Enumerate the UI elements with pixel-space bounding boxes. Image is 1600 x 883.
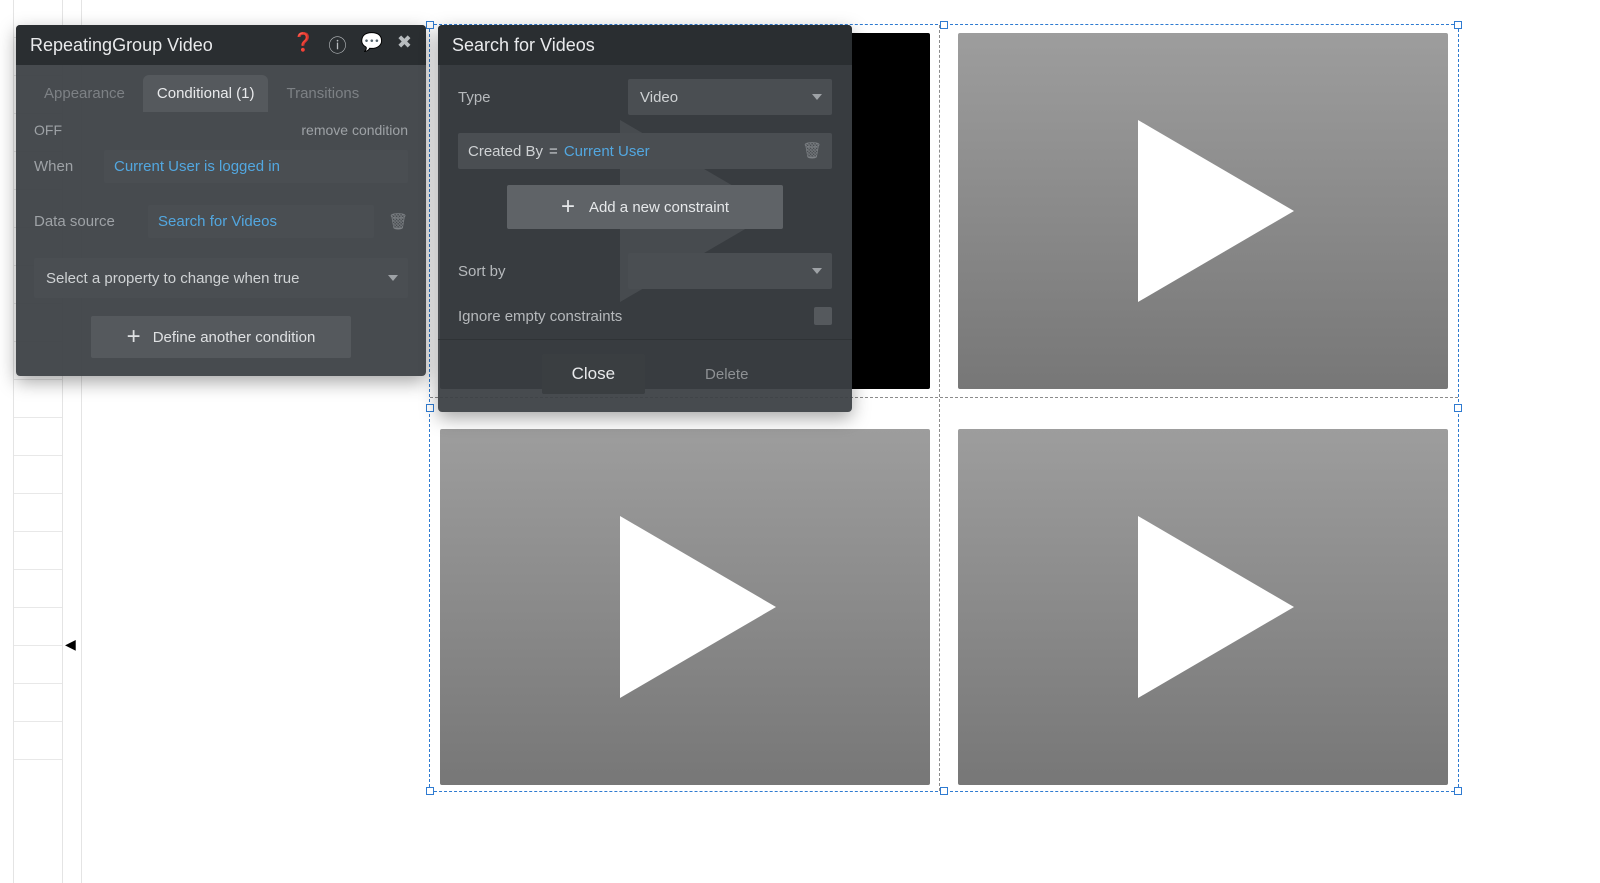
comment-icon[interactable]: 💬 xyxy=(360,32,382,58)
plus-icon: + xyxy=(561,195,575,219)
datasource-label: Data source xyxy=(34,213,134,230)
condition-off-label: OFF xyxy=(34,122,62,138)
video-cell[interactable] xyxy=(440,429,930,785)
constraint-op: = xyxy=(549,143,558,160)
delete-button[interactable]: Delete xyxy=(705,366,748,383)
chevron-down-icon xyxy=(812,268,822,274)
play-icon xyxy=(1073,81,1333,341)
select-placeholder: Select a property to change when true xyxy=(46,270,300,287)
play-icon xyxy=(1073,477,1333,737)
trash-icon[interactable]: 🗑 xyxy=(388,212,408,232)
video-cell[interactable] xyxy=(958,33,1448,389)
resize-handle[interactable] xyxy=(426,21,434,29)
constraint-field: Created By xyxy=(468,143,543,160)
button-label: Add a new constraint xyxy=(589,199,729,216)
resize-handle[interactable] xyxy=(1454,404,1462,412)
info-icon[interactable]: ⓘ xyxy=(328,32,346,58)
datasource-expression[interactable]: Search for Videos xyxy=(148,205,374,238)
ignore-empty-checkbox[interactable] xyxy=(814,307,832,325)
constraint-value: Current User xyxy=(564,143,650,160)
add-constraint-button[interactable]: + Add a new constraint xyxy=(507,185,783,229)
resize-handle[interactable] xyxy=(1454,787,1462,795)
constraint-row[interactable]: Created By = Current User 🗑 xyxy=(458,133,832,169)
when-expression[interactable]: Current User is logged in xyxy=(104,150,408,183)
chevron-down-icon xyxy=(388,275,398,281)
close-icon[interactable]: ✖ xyxy=(397,32,412,58)
resize-handle[interactable] xyxy=(426,787,434,795)
tab-transitions[interactable]: Transitions xyxy=(272,75,373,112)
resize-handle[interactable] xyxy=(940,787,948,795)
property-to-change-select[interactable]: Select a property to change when true xyxy=(34,258,408,298)
chevron-down-icon xyxy=(812,94,822,100)
resize-handle[interactable] xyxy=(426,404,434,412)
sortby-select[interactable] xyxy=(628,253,832,289)
gutter-left xyxy=(0,0,14,883)
select-value: Video xyxy=(640,89,678,106)
sortby-label: Sort by xyxy=(458,263,608,280)
button-label: Define another condition xyxy=(153,329,316,346)
resize-handle[interactable] xyxy=(1454,21,1462,29)
close-button[interactable]: Close xyxy=(542,354,645,394)
when-label: When xyxy=(34,158,90,175)
trash-icon[interactable]: 🗑 xyxy=(802,141,822,161)
tab-appearance[interactable]: Appearance xyxy=(30,75,139,112)
tab-conditional[interactable]: Conditional (1) xyxy=(143,75,269,112)
panel-title: RepeatingGroup Video xyxy=(30,35,213,56)
remove-condition-link[interactable]: remove condition xyxy=(301,122,408,138)
plus-icon: + xyxy=(127,325,141,349)
element-inspector-panel[interactable]: RepeatingGroup Video ❓ ⓘ 💬 ✖ Appearance … xyxy=(16,25,426,376)
type-label: Type xyxy=(458,89,608,106)
define-another-condition-button[interactable]: + Define another condition xyxy=(91,316,351,358)
type-select[interactable]: Video xyxy=(628,79,832,115)
panel-title: Search for Videos xyxy=(452,35,595,56)
help-icon[interactable]: ❓ xyxy=(292,32,314,58)
grid-col-divider xyxy=(939,25,940,791)
video-cell[interactable] xyxy=(958,429,1448,785)
search-panel[interactable]: Search for Videos Type Video Created By … xyxy=(438,25,852,412)
collapse-left-icon[interactable]: ◀ xyxy=(65,636,76,653)
ignore-empty-label: Ignore empty constraints xyxy=(458,308,794,325)
resize-handle[interactable] xyxy=(940,21,948,29)
play-icon xyxy=(555,477,815,737)
